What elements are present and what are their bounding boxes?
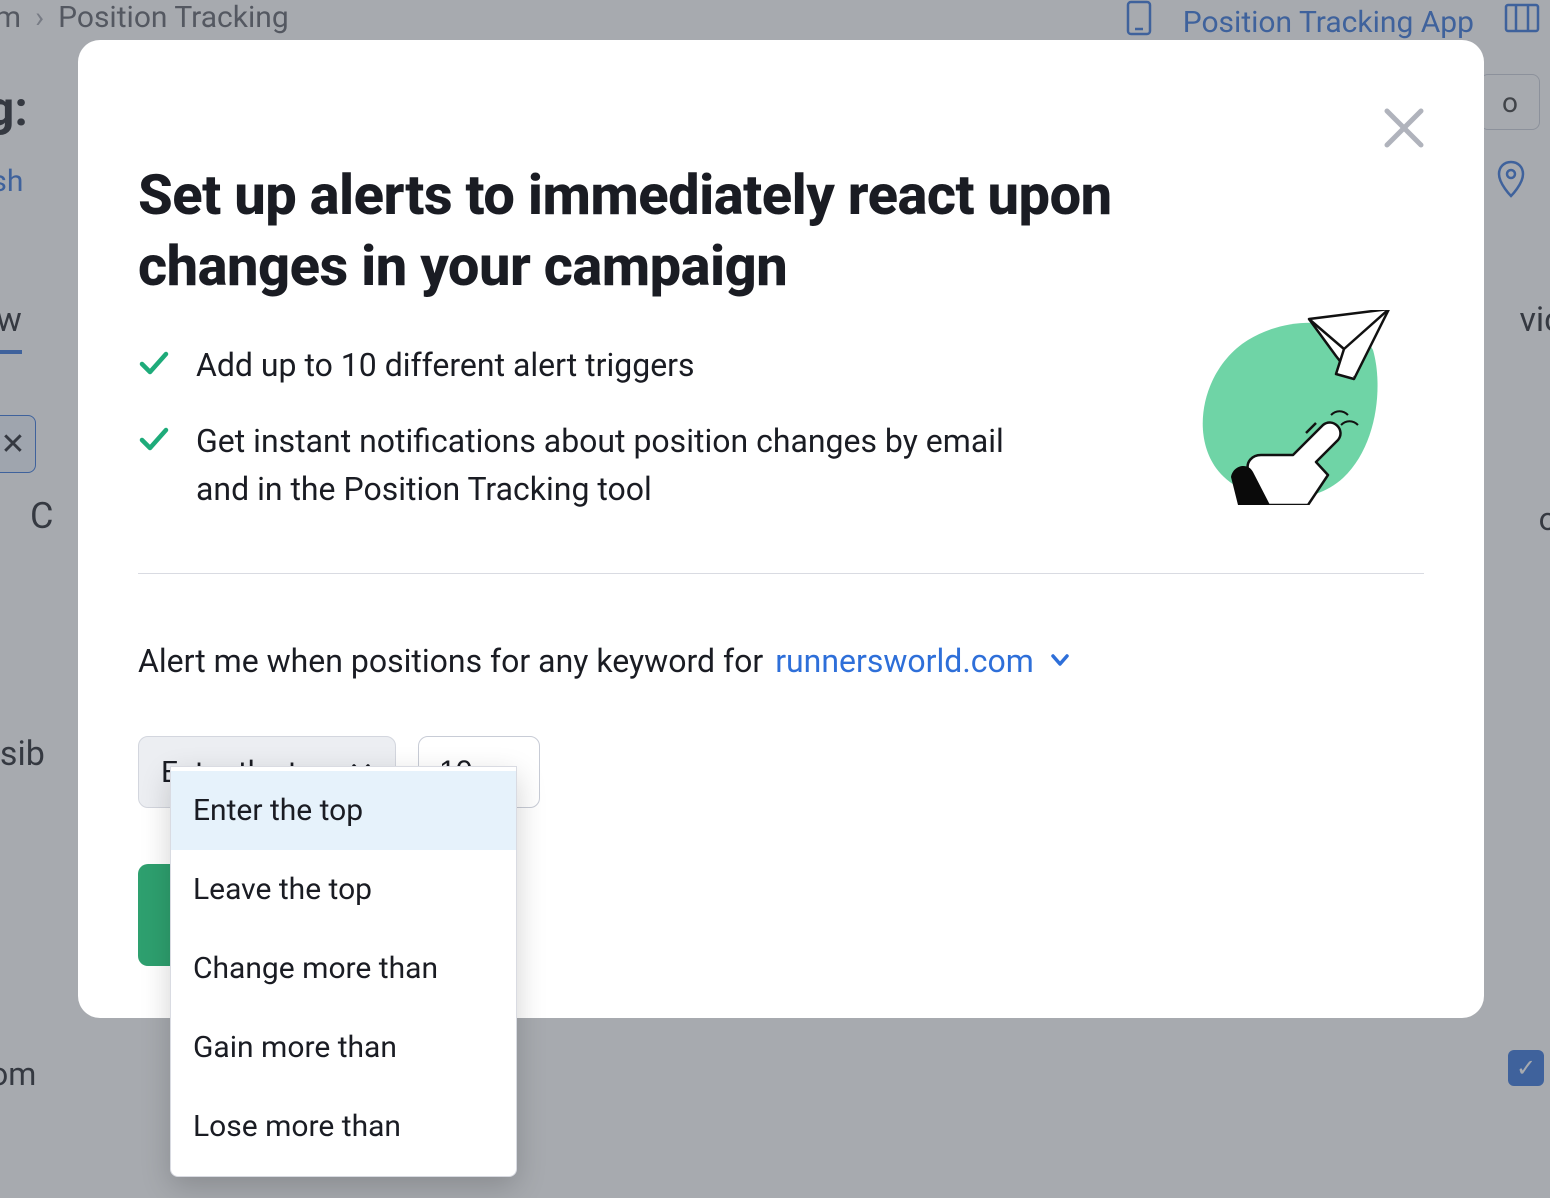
dropdown-option-change-more[interactable]: Change more than xyxy=(171,929,516,1008)
bullet-item: Get instant notifications about position… xyxy=(138,417,1038,513)
domain-name: runnersworld.com xyxy=(775,642,1034,680)
dropdown-option-enter-top[interactable]: Enter the top xyxy=(171,771,516,850)
bullet-text: Add up to 10 different alert triggers xyxy=(196,341,695,389)
check-icon xyxy=(138,423,170,455)
bullet-item: Add up to 10 different alert triggers xyxy=(138,341,1038,389)
bullet-text: Get instant notifications about position… xyxy=(196,417,1038,513)
chevron-down-icon xyxy=(1048,642,1072,680)
alert-sentence: Alert me when positions for any keyword … xyxy=(138,642,1424,680)
trigger-type-dropdown: Enter the top Leave the top Change more … xyxy=(170,766,517,1177)
sentence-prefix: Alert me when positions for any keyword … xyxy=(138,642,763,680)
close-button[interactable] xyxy=(1374,100,1434,160)
dropdown-option-leave-top[interactable]: Leave the top xyxy=(171,850,516,929)
divider xyxy=(138,573,1424,574)
check-icon xyxy=(138,347,170,379)
dropdown-option-lose-more[interactable]: Lose more than xyxy=(171,1087,516,1166)
modal-title: Set up alerts to immediately react upon … xyxy=(138,160,1258,301)
bullet-list: Add up to 10 different alert triggers Ge… xyxy=(138,341,1038,513)
close-icon xyxy=(1381,105,1427,155)
domain-selector[interactable]: runnersworld.com xyxy=(775,642,1072,680)
dropdown-option-gain-more[interactable]: Gain more than xyxy=(171,1008,516,1087)
paper-plane-illustration xyxy=(1198,310,1398,505)
